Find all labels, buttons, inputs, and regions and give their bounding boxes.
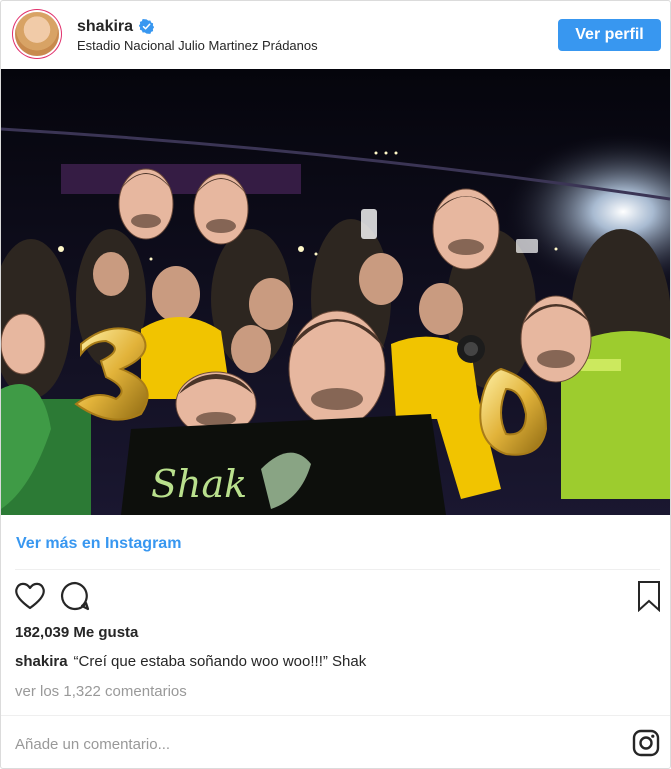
likes-count[interactable]: 182,039 Me gusta bbox=[15, 624, 138, 641]
instagram-embed-card: shakira Estadio Nacional Julio Martinez … bbox=[0, 0, 671, 769]
divider bbox=[15, 569, 660, 570]
post-photo[interactable]: Shak bbox=[1, 69, 670, 515]
verified-badge-icon bbox=[139, 19, 154, 34]
bookmark-outline-icon[interactable] bbox=[637, 580, 661, 612]
avatar[interactable] bbox=[15, 12, 59, 56]
add-comment-input[interactable]: Añade un comentario... bbox=[15, 736, 170, 753]
view-more-on-instagram-link[interactable]: Ver más en Instagram bbox=[16, 535, 181, 553]
username[interactable]: shakira bbox=[77, 18, 133, 36]
heart-outline-icon[interactable] bbox=[14, 581, 46, 611]
banner-text: Shak bbox=[151, 462, 247, 506]
concert-crowd-photo: Shak bbox=[1, 69, 670, 515]
caption-text: “Creí que estaba soñando woo woo!!!” Sha… bbox=[73, 653, 367, 670]
view-profile-button[interactable]: Ver perfil bbox=[558, 19, 661, 51]
view-comments-link[interactable]: ver los 1,322 comentarios bbox=[15, 683, 187, 700]
divider bbox=[1, 715, 670, 716]
post-header: shakira Estadio Nacional Julio Martinez … bbox=[1, 1, 670, 69]
speech-bubble-icon[interactable] bbox=[59, 581, 91, 611]
instagram-logo-icon[interactable] bbox=[632, 729, 660, 757]
post-caption: shakira “Creí que estaba soñando woo woo!… bbox=[15, 653, 366, 670]
location-link[interactable]: Estadio Nacional Julio Martinez Prádanos bbox=[77, 38, 318, 53]
caption-username[interactable]: shakira bbox=[15, 653, 68, 670]
